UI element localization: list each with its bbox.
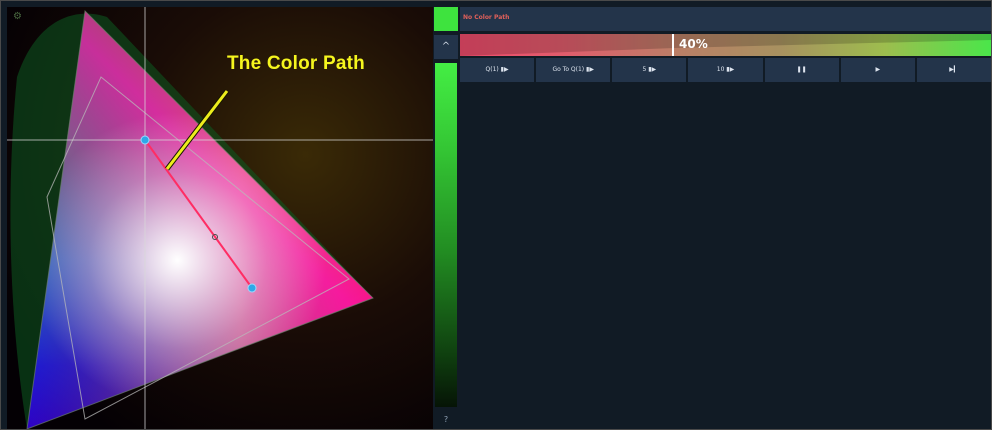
pause-button[interactable]: ❚❚ xyxy=(764,58,839,82)
progress-marker[interactable] xyxy=(672,34,674,56)
skip-5-button[interactable]: 5 ▮▶ xyxy=(612,58,687,82)
goto-q1-button[interactable]: Go To Q(1) ▮▶ xyxy=(536,58,611,82)
transport-controls: Q(1) ▮▶ Go To Q(1) ▮▶ 5 ▮▶ 10 ▮▶ ❚❚ ▶ ▶▎ xyxy=(460,58,991,82)
help-icon[interactable]: ? xyxy=(434,411,458,429)
progress-bar-shading xyxy=(460,34,991,56)
intensity-rail: ^ ? xyxy=(434,7,458,429)
gamut-canvas[interactable] xyxy=(7,7,433,429)
gear-icon[interactable]: ⚙ xyxy=(13,11,22,22)
color-path-callout: The Color Path xyxy=(227,53,365,74)
intensity-fader[interactable] xyxy=(435,63,457,407)
chevron-up-icon[interactable]: ^ xyxy=(434,35,458,59)
current-color-swatch xyxy=(434,7,458,31)
color-gamut-picker[interactable]: ⚙ xyxy=(7,7,433,429)
color-path-panel: No Color Path 40% Q(1) ▮▶ Go To Q(1) ▮▶ 5 … xyxy=(460,7,991,429)
color-path-header[interactable]: No Color Path xyxy=(460,7,991,31)
play-button[interactable]: ▶ xyxy=(840,58,915,82)
progress-percent: 40% xyxy=(679,37,708,51)
q1-button[interactable]: Q(1) ▮▶ xyxy=(460,58,535,82)
path-end-handle[interactable] xyxy=(247,283,257,293)
color-path-progress-bar[interactable]: 40% xyxy=(460,34,991,56)
color-path-title: No Color Path xyxy=(463,14,510,21)
path-start-handle[interactable] xyxy=(140,135,150,145)
skip-10-button[interactable]: 10 ▮▶ xyxy=(688,58,763,82)
app-window: ⚙ The Color Path ^ ? No Color Path 40% Q… xyxy=(0,0,992,430)
skip-end-button[interactable]: ▶▎ xyxy=(916,58,991,82)
